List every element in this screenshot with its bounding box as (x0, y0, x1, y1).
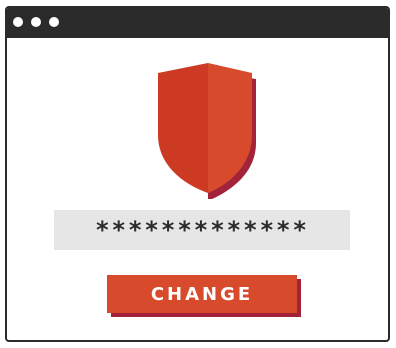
app-window: ************* CHANGE (5, 6, 390, 342)
password-field[interactable]: ************* (54, 210, 350, 250)
shield-icon (158, 63, 258, 199)
window-dot-icon[interactable] (31, 17, 41, 27)
change-button[interactable]: CHANGE (107, 275, 297, 313)
window-dot-icon[interactable] (13, 17, 23, 27)
window-titlebar (7, 8, 388, 38)
window-dot-icon[interactable] (49, 17, 59, 27)
